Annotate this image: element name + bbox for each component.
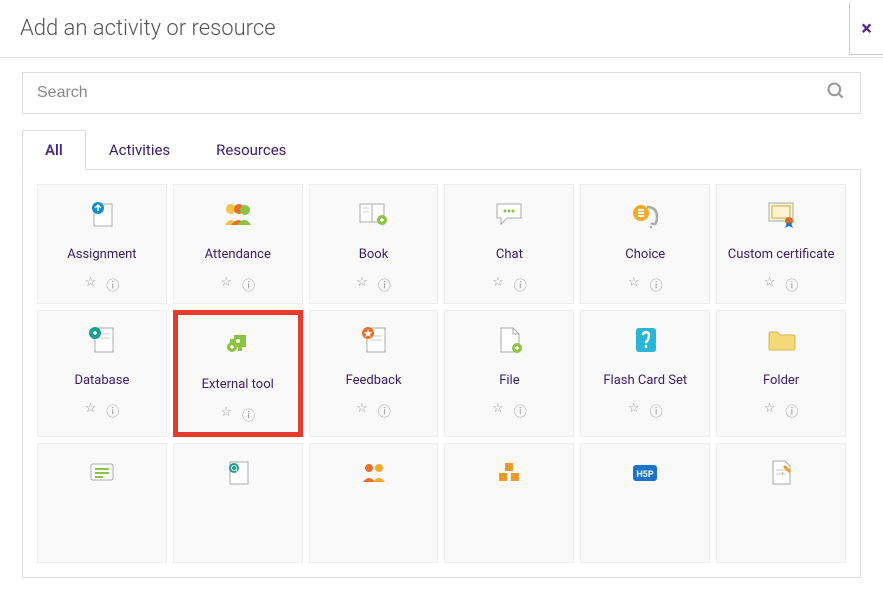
- info-icon[interactable]: ⓘ: [242, 405, 255, 424]
- card-actions: ☆ ⓘ: [220, 275, 255, 294]
- card-actions: ☆ ⓘ: [85, 401, 120, 420]
- activity-label: Chat: [496, 239, 523, 271]
- activity-label: Book: [359, 239, 389, 271]
- search-icon[interactable]: [826, 81, 846, 105]
- page-icon: [768, 454, 794, 492]
- search-container: [22, 72, 861, 114]
- activity-grid-container: Assignment ☆ ⓘ Attendance ☆ ⓘ: [22, 169, 861, 578]
- activity-label: Custom certificate: [728, 239, 835, 271]
- star-icon[interactable]: ☆: [764, 275, 776, 294]
- tabs: All Activities Resources: [22, 130, 861, 170]
- star-icon[interactable]: ☆: [220, 405, 232, 424]
- activity-partial-5[interactable]: [716, 443, 846, 563]
- info-icon[interactable]: ⓘ: [106, 401, 119, 420]
- info-icon[interactable]: ⓘ: [650, 401, 663, 420]
- feedback-icon: [359, 321, 389, 359]
- activity-folder[interactable]: Folder ☆ ⓘ: [716, 310, 846, 437]
- activity-label: File: [499, 365, 519, 397]
- tab-activities[interactable]: Activities: [86, 130, 193, 170]
- info-icon[interactable]: ⓘ: [650, 275, 663, 294]
- card-actions: ☆ ⓘ: [628, 275, 663, 294]
- info-icon[interactable]: ⓘ: [378, 401, 391, 420]
- star-icon[interactable]: ☆: [628, 275, 640, 294]
- info-icon[interactable]: ⓘ: [785, 401, 798, 420]
- activity-label: Choice: [625, 239, 665, 271]
- card-actions: ☆ ⓘ: [492, 401, 527, 420]
- activity-partial-1[interactable]: [173, 443, 303, 563]
- activity-external-tool[interactable]: External tool ☆ ⓘ: [173, 310, 303, 437]
- card-actions: ☆ ⓘ: [356, 275, 391, 294]
- activity-flash-card-set[interactable]: Flash Card Set ☆ ⓘ: [580, 310, 710, 437]
- activity-label: Database: [74, 365, 129, 397]
- card-actions: ☆ ⓘ: [220, 405, 255, 424]
- activity-label: Flash Card Set: [603, 365, 687, 397]
- card-actions: ☆ ⓘ: [628, 401, 663, 420]
- card-actions: ☆ ⓘ: [356, 401, 391, 420]
- activity-label: Folder: [763, 365, 799, 397]
- forum-icon: [87, 454, 117, 492]
- info-icon[interactable]: ⓘ: [378, 275, 391, 294]
- assignment-icon: [86, 195, 118, 233]
- chat-icon: [493, 195, 525, 233]
- group-icon: [358, 454, 390, 492]
- activity-chat[interactable]: Chat ☆ ⓘ: [444, 184, 574, 304]
- glossary-icon: [224, 454, 252, 492]
- tab-resources[interactable]: Resources: [193, 130, 309, 170]
- card-actions: ☆ ⓘ: [492, 275, 527, 294]
- dialog-header: Add an activity or resource ×: [0, 0, 883, 58]
- activity-file[interactable]: File ☆ ⓘ: [444, 310, 574, 437]
- dialog-title: Add an activity or resource: [20, 16, 276, 41]
- external-tool-icon: [222, 325, 254, 363]
- book-icon: [358, 195, 390, 233]
- activity-custom-certificate[interactable]: Custom certificate ☆ ⓘ: [716, 184, 846, 304]
- activity-label: Feedback: [346, 365, 402, 397]
- flashcard-icon: [630, 321, 660, 359]
- activity-partial-4[interactable]: H5P: [580, 443, 710, 563]
- star-icon[interactable]: ☆: [764, 401, 776, 420]
- card-actions: ☆ ⓘ: [764, 401, 799, 420]
- activity-assignment[interactable]: Assignment ☆ ⓘ: [37, 184, 167, 304]
- database-icon: [87, 321, 117, 359]
- choice-icon: [629, 195, 661, 233]
- info-icon[interactable]: ⓘ: [242, 275, 255, 294]
- close-icon: ×: [861, 16, 872, 40]
- activity-label: Attendance: [205, 239, 271, 271]
- activity-partial-3[interactable]: [444, 443, 574, 563]
- activity-label: External tool: [202, 369, 274, 401]
- star-icon[interactable]: ☆: [220, 275, 232, 294]
- folder-icon: [765, 321, 797, 359]
- star-icon[interactable]: ☆: [628, 401, 640, 420]
- search-input[interactable]: [37, 84, 826, 102]
- svg-text:H5P: H5P: [637, 470, 655, 480]
- h5p-icon: H5P: [629, 454, 661, 492]
- star-icon[interactable]: ☆: [356, 401, 368, 420]
- activity-partial-2[interactable]: [309, 443, 439, 563]
- star-icon[interactable]: ☆: [356, 275, 368, 294]
- info-icon[interactable]: ⓘ: [514, 401, 527, 420]
- info-icon[interactable]: ⓘ: [785, 275, 798, 294]
- attendance-icon: [221, 195, 255, 233]
- card-actions: ☆ ⓘ: [764, 275, 799, 294]
- info-icon[interactable]: ⓘ: [106, 275, 119, 294]
- file-icon: [495, 321, 523, 359]
- activity-grid: Assignment ☆ ⓘ Attendance ☆ ⓘ: [37, 184, 846, 563]
- tab-all[interactable]: All: [22, 130, 86, 170]
- activity-database[interactable]: Database ☆ ⓘ: [37, 310, 167, 437]
- star-icon[interactable]: ☆: [492, 275, 504, 294]
- certificate-icon: [765, 195, 797, 233]
- activity-choice[interactable]: Choice ☆ ⓘ: [580, 184, 710, 304]
- activity-feedback[interactable]: Feedback ☆ ⓘ: [309, 310, 439, 437]
- boxes-icon: [494, 454, 524, 492]
- info-icon[interactable]: ⓘ: [514, 275, 527, 294]
- dialog-content: All Activities Resources Assignment ☆ ⓘ: [0, 58, 883, 592]
- star-icon[interactable]: ☆: [492, 401, 504, 420]
- activity-attendance[interactable]: Attendance ☆ ⓘ: [173, 184, 303, 304]
- activity-book[interactable]: Book ☆ ⓘ: [309, 184, 439, 304]
- activity-partial-0[interactable]: [37, 443, 167, 563]
- star-icon[interactable]: ☆: [85, 401, 97, 420]
- star-icon[interactable]: ☆: [85, 275, 97, 294]
- close-button[interactable]: ×: [849, 3, 883, 55]
- card-actions: ☆ ⓘ: [85, 275, 120, 294]
- activity-label: Assignment: [67, 239, 136, 271]
